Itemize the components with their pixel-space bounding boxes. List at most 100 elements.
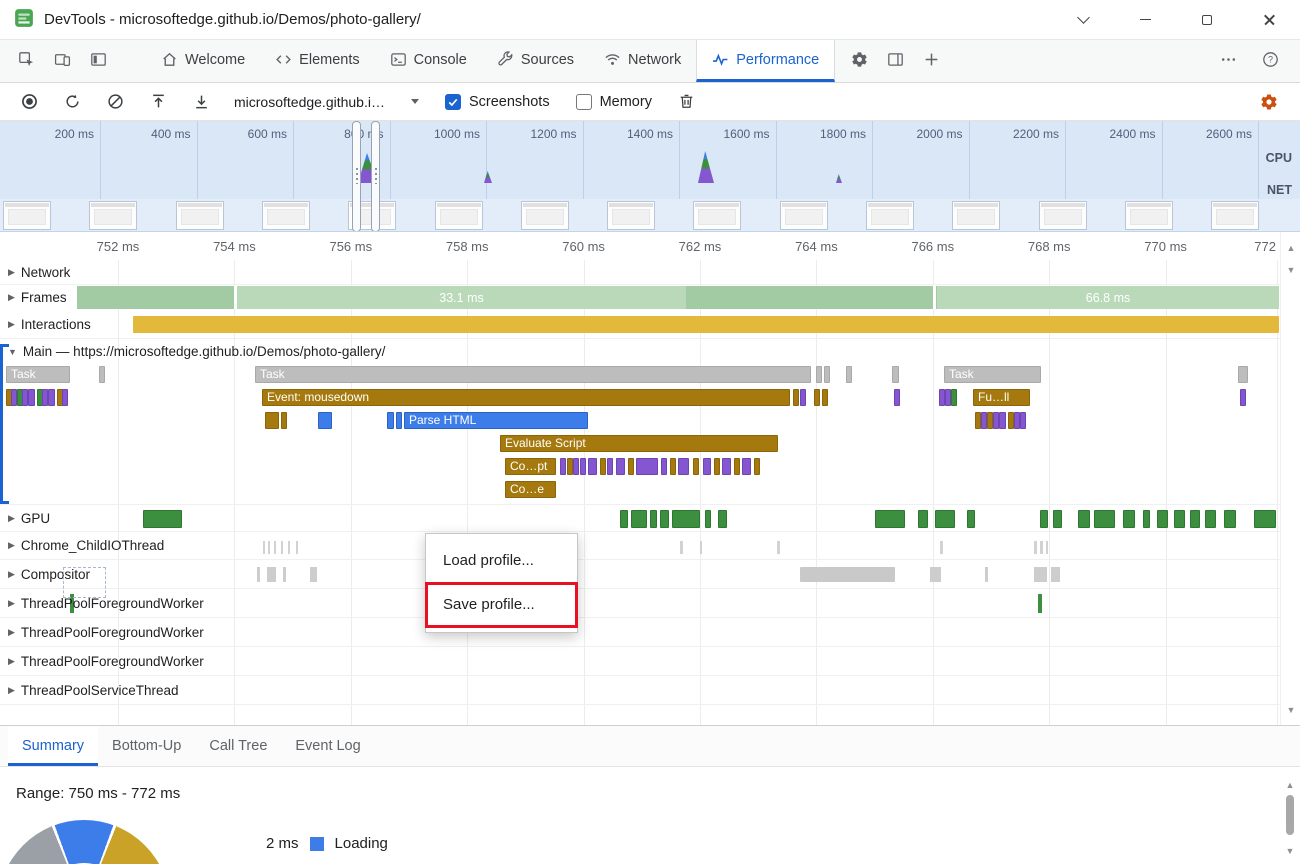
flame-bar[interactable]: Parse HTML bbox=[404, 412, 588, 429]
gpu-activity-bar[interactable] bbox=[650, 510, 657, 528]
flame-bar[interactable] bbox=[281, 412, 287, 429]
tab-bottom-up[interactable]: Bottom-Up bbox=[98, 726, 195, 766]
settings-button[interactable] bbox=[841, 40, 877, 82]
flame-bar[interactable] bbox=[951, 389, 957, 406]
flame-bar[interactable] bbox=[628, 458, 634, 475]
filmstrip-thumbnail[interactable] bbox=[607, 201, 655, 230]
inspect-button[interactable] bbox=[8, 40, 44, 82]
flame-bar[interactable] bbox=[387, 412, 394, 429]
filmstrip-thumbnail[interactable] bbox=[780, 201, 828, 230]
record-button[interactable] bbox=[12, 86, 46, 118]
flame-bar[interactable]: Task bbox=[944, 366, 1041, 383]
flame-bar[interactable] bbox=[1020, 412, 1026, 429]
scrollbar-thumb[interactable] bbox=[1286, 795, 1294, 835]
capture-settings-button[interactable] bbox=[1252, 86, 1286, 118]
filmstrip-thumbnail[interactable] bbox=[262, 201, 310, 230]
tab-network[interactable]: Network bbox=[589, 40, 696, 82]
flame-bar[interactable] bbox=[816, 366, 822, 383]
menu-item-save-profile[interactable]: Save profile... bbox=[426, 583, 577, 627]
flame-bar[interactable] bbox=[661, 458, 667, 475]
flame-bar[interactable] bbox=[800, 389, 806, 406]
flame-bar[interactable] bbox=[265, 412, 279, 429]
network-track-toggle[interactable]: ▶Network bbox=[0, 260, 70, 284]
frames-segment[interactable]: 33.1 ms bbox=[237, 286, 686, 309]
filmstrip-thumbnail[interactable] bbox=[1039, 201, 1087, 230]
flame-bar[interactable] bbox=[714, 458, 720, 475]
flame-bar[interactable] bbox=[48, 389, 55, 406]
tracks-scrollbar[interactable]: ▲ ▼ ▼ bbox=[1280, 232, 1300, 725]
flame-bar[interactable] bbox=[1238, 366, 1248, 383]
timeline-overview[interactable]: 200 ms400 ms600 ms800 ms1000 ms1200 ms14… bbox=[0, 121, 1300, 232]
gpu-track-toggle[interactable]: ▶GPU bbox=[0, 505, 50, 531]
flame-bar[interactable] bbox=[670, 458, 676, 475]
flame-bar[interactable] bbox=[318, 412, 332, 429]
flame-bar[interactable] bbox=[894, 389, 900, 406]
gpu-activity-bar[interactable] bbox=[1157, 510, 1168, 528]
interaction-bar[interactable] bbox=[133, 316, 1279, 333]
focus-mode-button[interactable] bbox=[80, 40, 116, 82]
gpu-activity-bar[interactable] bbox=[1123, 510, 1135, 528]
filmstrip-thumbnail[interactable] bbox=[866, 201, 914, 230]
gpu-activity-bar[interactable] bbox=[1174, 510, 1185, 528]
gpu-activity-bar[interactable] bbox=[918, 510, 928, 528]
save-profile-button[interactable] bbox=[184, 86, 218, 118]
flame-bar[interactable]: Co…pt bbox=[505, 458, 556, 475]
flame-bar[interactable] bbox=[616, 458, 625, 475]
tab-event-log[interactable]: Event Log bbox=[281, 726, 374, 766]
selection-handle-left[interactable] bbox=[352, 121, 361, 232]
flame-bar[interactable]: Task bbox=[6, 366, 70, 383]
gpu-activity-bar[interactable] bbox=[1254, 510, 1276, 528]
frames-segment[interactable]: 66.8 ms bbox=[937, 286, 1279, 309]
flame-bar[interactable] bbox=[607, 458, 613, 475]
main-flame-chart[interactable]: TaskTaskTaskEvent: mousedownFu…llParse H… bbox=[0, 366, 1280, 505]
flame-bar[interactable]: Event: mousedown bbox=[262, 389, 790, 406]
flame-bar[interactable] bbox=[62, 389, 68, 406]
dock-side-button[interactable] bbox=[877, 40, 913, 82]
flame-bar[interactable] bbox=[999, 412, 1006, 429]
thread-track-toggle[interactable]: ▶ThreadPoolForegroundWorker bbox=[0, 647, 204, 675]
gpu-activity-bar[interactable] bbox=[672, 510, 700, 528]
history-dropdown[interactable]: microsoftedge.github.i… bbox=[234, 94, 419, 110]
scroll-down-icon[interactable]: ▼ bbox=[1281, 704, 1300, 716]
gpu-activity-bar[interactable] bbox=[620, 510, 628, 528]
device-emulation-button[interactable] bbox=[44, 40, 80, 82]
flame-bar[interactable] bbox=[588, 458, 597, 475]
thread-activity-bar[interactable] bbox=[800, 567, 895, 582]
frames-track-toggle[interactable]: ▶Frames bbox=[0, 285, 77, 310]
scroll-down-icon[interactable]: ▼ bbox=[1281, 264, 1300, 276]
flame-bar[interactable] bbox=[814, 389, 820, 406]
flame-bar[interactable] bbox=[793, 389, 799, 406]
gpu-activity-bar[interactable] bbox=[875, 510, 905, 528]
close-button[interactable] bbox=[1248, 4, 1290, 36]
gpu-activity-bar[interactable] bbox=[143, 510, 182, 528]
flame-bar[interactable] bbox=[742, 458, 751, 475]
filmstrip-thumbnail[interactable] bbox=[1211, 201, 1259, 230]
flame-bar[interactable] bbox=[600, 458, 606, 475]
flame-bar[interactable] bbox=[99, 366, 105, 383]
flame-bar[interactable] bbox=[693, 458, 699, 475]
frames-track-band[interactable]: 33.1 ms 66.8 ms bbox=[0, 286, 1279, 309]
flame-bar[interactable] bbox=[722, 458, 731, 475]
gpu-activity-bar[interactable] bbox=[660, 510, 669, 528]
flame-bar[interactable] bbox=[754, 458, 760, 475]
reload-button[interactable] bbox=[55, 86, 89, 118]
tab-performance[interactable]: Performance bbox=[696, 40, 835, 82]
scroll-up-icon[interactable]: ▲ bbox=[1280, 779, 1300, 791]
gpu-activity-bar[interactable] bbox=[1094, 510, 1115, 528]
gpu-activity-bar[interactable] bbox=[718, 510, 727, 528]
filmstrip-thumbnail[interactable] bbox=[176, 201, 224, 230]
scroll-up-icon[interactable]: ▲ bbox=[1281, 242, 1300, 254]
gpu-activity-bar[interactable] bbox=[1053, 510, 1062, 528]
filmstrip-thumbnail[interactable] bbox=[89, 201, 137, 230]
filmstrip-thumbnail[interactable] bbox=[952, 201, 1000, 230]
selection-handle-right[interactable] bbox=[371, 121, 380, 232]
tab-sources[interactable]: Sources bbox=[482, 40, 589, 82]
thread-track-toggle[interactable]: ▶Chrome_ChildIOThread bbox=[0, 532, 164, 559]
gpu-activity-bar[interactable] bbox=[967, 510, 975, 528]
filmstrip-thumbnail[interactable] bbox=[521, 201, 569, 230]
gpu-activity-bar[interactable] bbox=[1078, 510, 1090, 528]
main-track-toggle[interactable]: ▼Main — https://microsoftedge.github.io/… bbox=[0, 339, 385, 364]
flame-bar[interactable] bbox=[580, 458, 586, 475]
gpu-activity-bar[interactable] bbox=[1205, 510, 1216, 528]
flame-bar[interactable] bbox=[560, 458, 566, 475]
